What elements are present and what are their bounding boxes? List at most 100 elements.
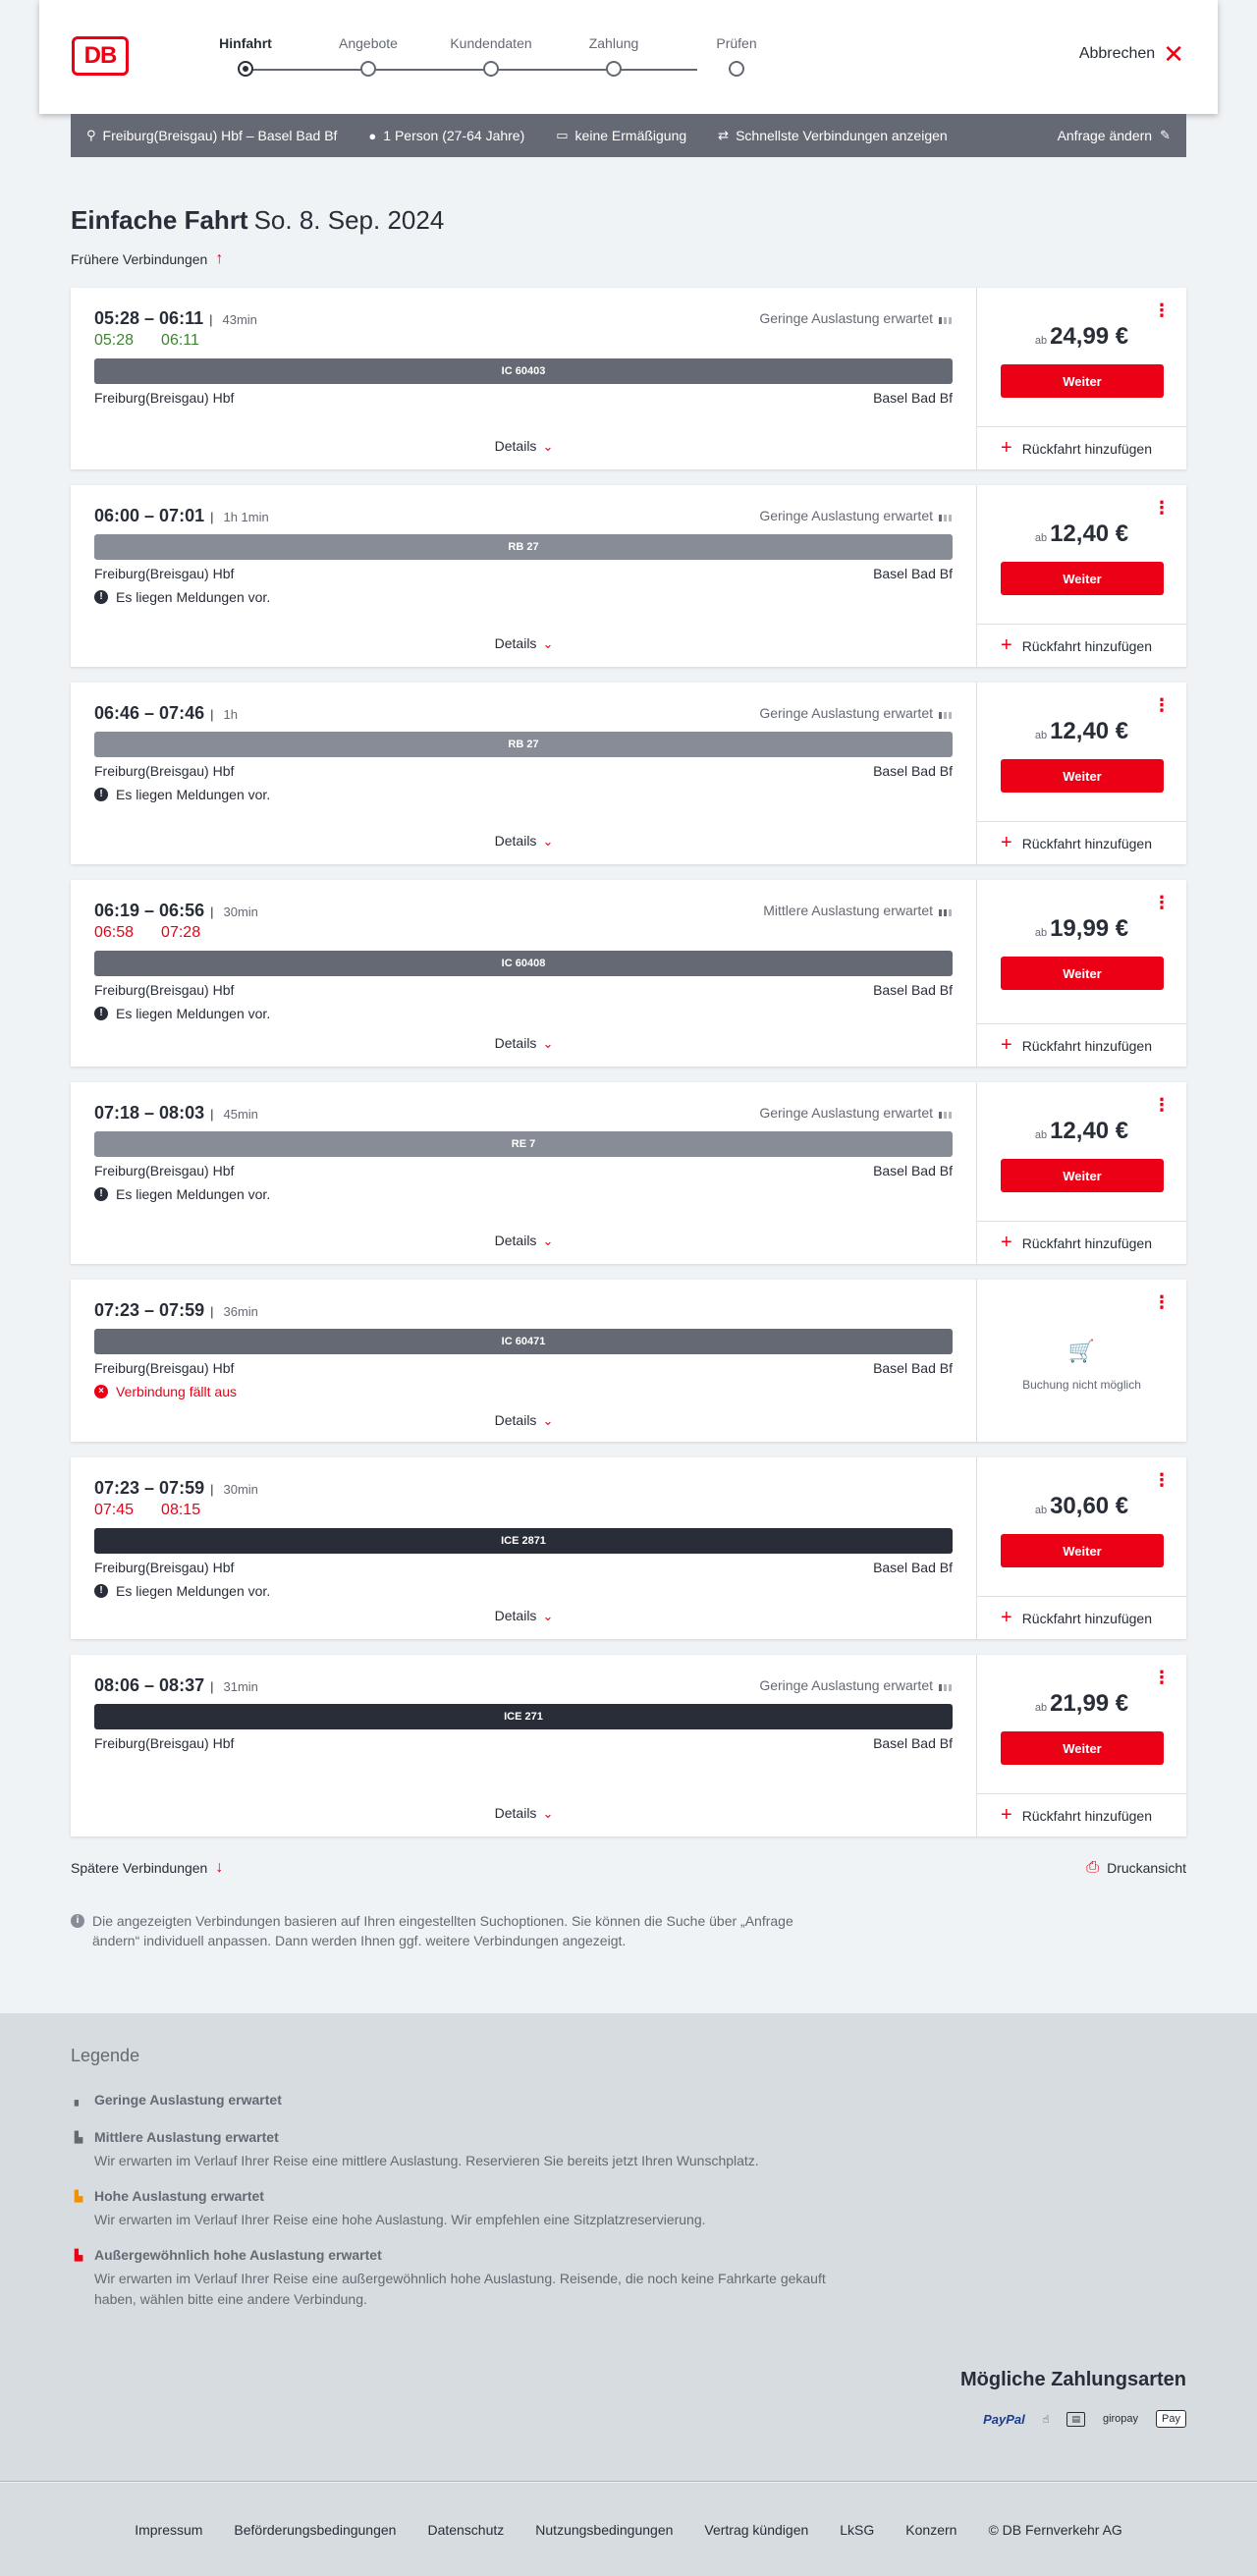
plus-icon: +: [1001, 1034, 1012, 1056]
continue-button[interactable]: Weiter: [1001, 957, 1164, 990]
add-return-trip-button[interactable]: + Rückfahrt hinzufügen: [977, 1596, 1186, 1639]
more-options-icon[interactable]: ⋮: [1153, 1669, 1171, 1686]
add-return-trip-button[interactable]: + Rückfahrt hinzufügen: [977, 1793, 1186, 1836]
footer-link-vertrag-kuendigen[interactable]: Vertrag kündigen: [704, 2522, 808, 2538]
train-bar[interactable]: RB 27: [94, 732, 953, 757]
train-bar[interactable]: IC 60408: [94, 951, 953, 976]
step-kundendaten[interactable]: Kundendaten: [422, 33, 560, 77]
query-route-text: Freiburg(Breisgau) Hbf – Basel Bad Bf: [102, 128, 338, 143]
train-bar[interactable]: ICE 271: [94, 1704, 953, 1729]
chevron-down-icon: ⌄: [542, 636, 554, 651]
payment-logos: PayPal ☝ ▤ giropay Pay: [983, 2410, 1186, 2428]
details-toggle[interactable]: Details ⌄: [71, 1035, 977, 1052]
add-return-trip-button[interactable]: + Rückfahrt hinzufügen: [977, 1023, 1186, 1067]
step-pruefen[interactable]: Prüfen: [668, 33, 805, 77]
footer-copyright[interactable]: © DB Fernverkehr AG: [988, 2522, 1121, 2538]
times-text: 07:23 – 07:59: [94, 1478, 205, 1498]
add-return-label: Rückfahrt hinzufügen: [1021, 1037, 1152, 1054]
add-return-trip-button[interactable]: + Rückfahrt hinzufügen: [977, 624, 1186, 667]
load-text: Geringe Auslastung erwartet: [759, 310, 933, 326]
more-options-icon[interactable]: ⋮: [1153, 1471, 1171, 1489]
details-label: Details: [494, 438, 537, 454]
continue-button[interactable]: Weiter: [1001, 562, 1164, 595]
earlier-connections-link[interactable]: Frühere Verbindungen ↑: [71, 249, 1186, 269]
connection-info: 06:00 – 07:01 1h 1min Geringe Auslastung …: [71, 485, 977, 667]
cancel-circle-icon: ×: [94, 1385, 108, 1398]
footer-link-lksg[interactable]: LkSG: [840, 2522, 874, 2538]
occupancy-low-icon: [939, 1679, 953, 1691]
occupancy-exceptional-icon: ▙: [74, 2249, 83, 2262]
more-options-icon[interactable]: ⋮: [1153, 1293, 1171, 1311]
duration-text: 1h 1min: [210, 510, 269, 524]
load-text: Geringe Auslastung erwartet: [759, 705, 933, 721]
connection-times: 07:23 – 07:59 30min: [94, 1478, 258, 1499]
train-bar[interactable]: IC 60403: [94, 358, 953, 384]
footer-link-datenschutz[interactable]: Datenschutz: [427, 2522, 504, 2538]
train-bar[interactable]: RE 7: [94, 1131, 953, 1157]
db-logo[interactable]: DB: [72, 36, 129, 76]
train-bar[interactable]: RB 27: [94, 534, 953, 560]
footer-link-befoerderungsbedingungen[interactable]: Beförderungsbedingungen: [234, 2522, 396, 2538]
continue-button[interactable]: Weiter: [1001, 1159, 1164, 1192]
footer-link-impressum[interactable]: Impressum: [135, 2522, 202, 2538]
step-zahlung[interactable]: Zahlung: [545, 33, 683, 77]
details-toggle[interactable]: Details ⌄: [71, 438, 977, 455]
notice-message[interactable]: ! Es liegen Meldungen vor.: [94, 1006, 270, 1021]
later-connections-link[interactable]: Spätere Verbindungen ↓: [71, 1859, 223, 1877]
more-options-icon[interactable]: ⋮: [1153, 1096, 1171, 1114]
payment-title: Mögliche Zahlungsarten: [959, 2369, 1186, 2390]
details-toggle[interactable]: Details ⌄: [71, 1412, 977, 1429]
step-angebote[interactable]: Angebote: [300, 33, 437, 77]
footer-link-nutzungsbedingungen[interactable]: Nutzungsbedingungen: [535, 2522, 673, 2538]
destination-station: Basel Bad Bf: [873, 982, 953, 998]
stations: Freiburg(Breisgau) Hbf Basel Bad Bf: [94, 566, 953, 581]
price-value: 24,99 €: [1050, 323, 1129, 350]
times-text: 06:00 – 07:01: [94, 506, 205, 525]
origin-station: Freiburg(Breisgau) Hbf: [94, 763, 235, 779]
details-toggle[interactable]: Details ⌄: [71, 635, 977, 652]
add-return-trip-button[interactable]: + Rückfahrt hinzufügen: [977, 821, 1186, 864]
details-toggle[interactable]: Details ⌄: [71, 1233, 977, 1249]
details-toggle[interactable]: Details ⌄: [71, 1805, 977, 1822]
step-dot: [729, 61, 744, 77]
occupancy-low-icon: ▖: [74, 2094, 83, 2107]
connection-times: 07:23 – 07:59 36min: [94, 1300, 258, 1321]
notice-message[interactable]: ! Es liegen Meldungen vor.: [94, 787, 270, 802]
train-bar[interactable]: ICE 2871: [94, 1528, 953, 1554]
more-options-icon[interactable]: ⋮: [1153, 499, 1171, 517]
notice-message[interactable]: ! Es liegen Meldungen vor.: [94, 589, 270, 605]
step-dot: [238, 61, 253, 77]
cancel-button[interactable]: Abbrechen ✕: [1079, 41, 1184, 67]
continue-button[interactable]: Weiter: [1001, 364, 1164, 398]
continue-button[interactable]: Weiter: [1001, 759, 1164, 793]
load-indicator: Geringe Auslastung erwartet: [759, 1105, 953, 1121]
notice-message[interactable]: ! Es liegen Meldungen vor.: [94, 1186, 270, 1202]
edit-query-button[interactable]: Anfrage ändern ✎: [1058, 128, 1171, 143]
footer-link-konzern[interactable]: Konzern: [905, 2522, 956, 2538]
add-return-trip-button[interactable]: + Rückfahrt hinzufügen: [977, 1221, 1186, 1264]
more-options-icon[interactable]: ⋮: [1153, 696, 1171, 714]
query-fastest-text: Schnellste Verbindungen anzeigen: [736, 128, 948, 143]
more-options-icon[interactable]: ⋮: [1153, 894, 1171, 911]
plus-icon: +: [1001, 832, 1012, 853]
step-dot: [483, 61, 499, 77]
details-toggle[interactable]: Details ⌄: [71, 1608, 977, 1624]
load-indicator: Geringe Auslastung erwartet: [759, 508, 953, 523]
connection-info: 06:46 – 07:46 1h Geringe Auslastung erwar…: [71, 683, 977, 864]
price: ab 12,40 €: [977, 521, 1186, 548]
add-return-trip-button[interactable]: + Rückfahrt hinzufügen: [977, 426, 1186, 469]
step-label: Hinfahrt: [219, 35, 272, 51]
details-label: Details: [494, 833, 537, 849]
notice-message[interactable]: ! Es liegen Meldungen vor.: [94, 1583, 270, 1599]
continue-button[interactable]: Weiter: [1001, 1731, 1164, 1765]
details-toggle[interactable]: Details ⌄: [71, 833, 977, 850]
price-panel: ⋮ ab 21,99 € Weiter + Rückfahrt hinzufügen: [977, 1655, 1186, 1836]
train-bar[interactable]: IC 60471: [94, 1329, 953, 1354]
duration-text: 45min: [210, 1107, 258, 1122]
connection-card: 07:23 – 07:59 30min 07:45 08:15 ICE 2871 F…: [71, 1457, 1186, 1639]
more-options-icon[interactable]: ⋮: [1153, 301, 1171, 319]
continue-button[interactable]: Weiter: [1001, 1534, 1164, 1567]
print-view-link[interactable]: ⎙ Druckansicht: [1086, 1859, 1186, 1877]
step-hinfahrt[interactable]: Hinfahrt: [177, 33, 314, 77]
occupancy-low-icon: [939, 510, 953, 521]
